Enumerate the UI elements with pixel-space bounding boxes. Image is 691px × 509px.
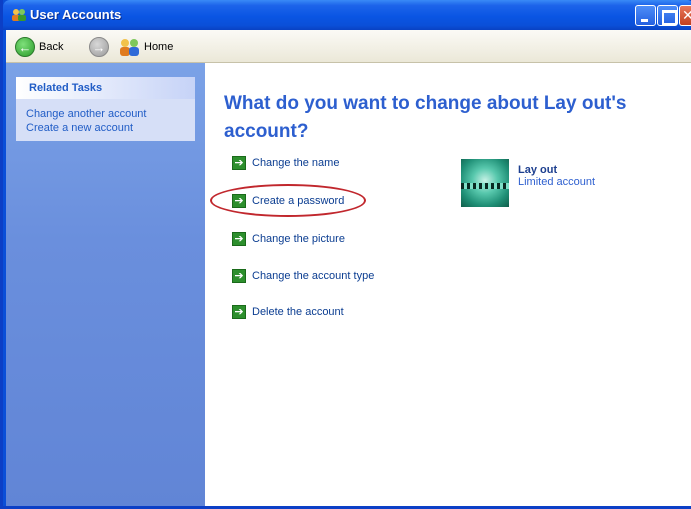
green-arrow-icon: ➔ bbox=[232, 305, 246, 319]
maximize-button[interactable] bbox=[657, 5, 678, 26]
green-arrow-icon: ➔ bbox=[232, 156, 246, 170]
home-users-icon[interactable] bbox=[118, 37, 142, 57]
change-picture-action[interactable]: ➔ Change the picture bbox=[232, 231, 345, 247]
action-label: Delete the account bbox=[252, 306, 344, 318]
account-type: Limited account bbox=[518, 176, 596, 188]
close-button[interactable] bbox=[679, 5, 691, 26]
account-name: Lay out bbox=[518, 164, 558, 176]
back-arrow-icon[interactable]: ← bbox=[15, 37, 35, 57]
minimize-button[interactable] bbox=[635, 5, 656, 26]
change-another-account-link[interactable]: Change another account bbox=[26, 107, 195, 121]
forward-arrow-icon[interactable]: → bbox=[89, 37, 109, 57]
related-tasks-list: Change another account Create a new acco… bbox=[16, 99, 195, 141]
home-button[interactable]: Home bbox=[144, 41, 173, 53]
change-name-action[interactable]: ➔ Change the name bbox=[232, 155, 339, 171]
green-arrow-icon: ➔ bbox=[232, 269, 246, 283]
create-new-account-link[interactable]: Create a new account bbox=[26, 121, 195, 135]
account-picture bbox=[461, 159, 509, 207]
user-accounts-window: User Accounts ← Back → Home Related Task… bbox=[0, 0, 691, 509]
user-accounts-icon bbox=[12, 9, 26, 21]
action-label: Change the account type bbox=[252, 270, 375, 282]
page-title: What do you want to change about Lay out… bbox=[224, 93, 627, 142]
delete-account-action[interactable]: ➔ Delete the account bbox=[232, 304, 344, 320]
main-content: What do you want to change about Lay out… bbox=[205, 63, 691, 506]
highlight-circle bbox=[210, 184, 366, 217]
related-tasks-panel: Related Tasks Change another account Cre… bbox=[16, 77, 195, 141]
back-button[interactable]: Back bbox=[39, 41, 63, 53]
green-arrow-icon: ➔ bbox=[232, 232, 246, 246]
related-tasks-title: Related Tasks bbox=[16, 77, 195, 99]
action-label: Change the name bbox=[252, 157, 340, 169]
navigation-toolbar: ← Back → Home bbox=[6, 30, 691, 63]
change-account-type-action[interactable]: ➔ Change the account type bbox=[232, 268, 374, 284]
action-label: Change the picture bbox=[252, 233, 345, 245]
sidebar: Related Tasks Change another account Cre… bbox=[6, 63, 205, 506]
window-title: User Accounts bbox=[30, 7, 122, 22]
title-bar[interactable]: User Accounts bbox=[3, 0, 691, 30]
